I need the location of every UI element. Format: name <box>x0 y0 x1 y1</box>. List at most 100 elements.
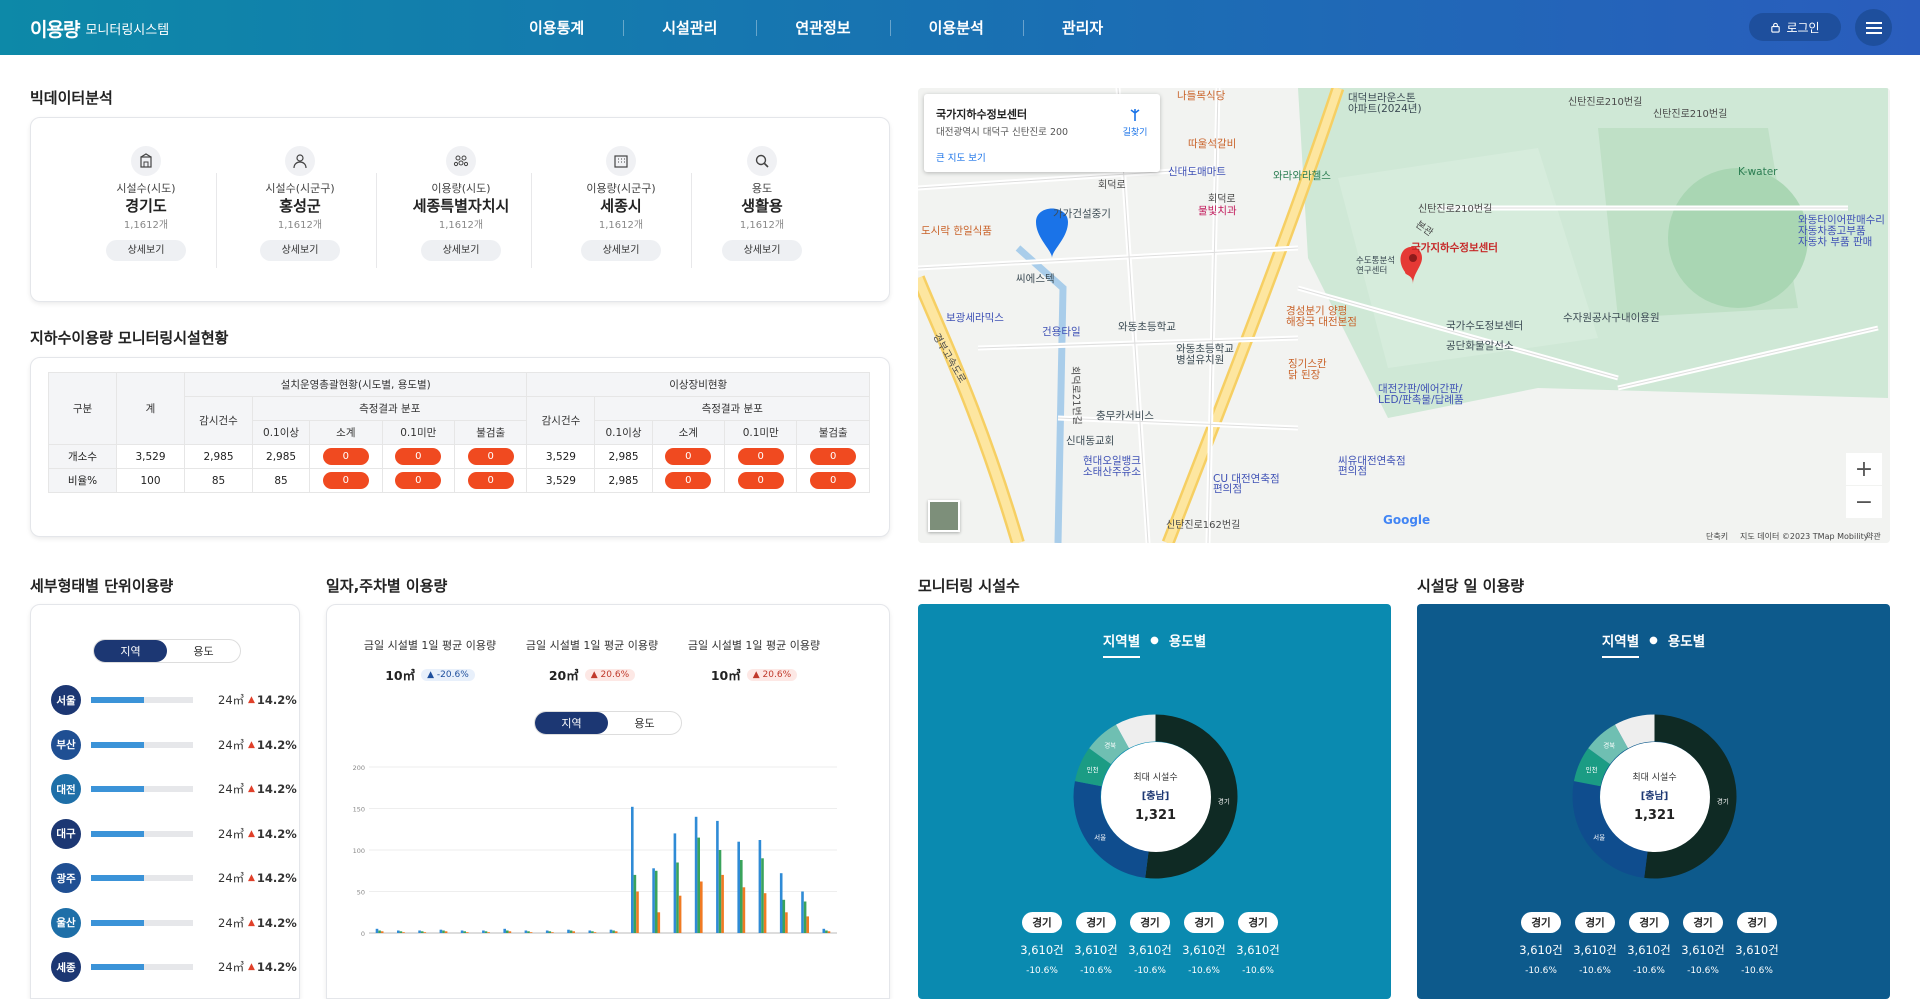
nav-item-facility-management[interactable]: 시설관리 <box>623 17 756 38</box>
bar[interactable] <box>716 820 719 933</box>
bar[interactable] <box>609 929 613 933</box>
bar[interactable] <box>487 932 490 933</box>
region-chip[interactable]: 경기 <box>1238 912 1278 933</box>
map-poi[interactable]: 건용타일 <box>1042 324 1081 339</box>
map-poi[interactable]: 도시락 한일식품 <box>921 223 992 238</box>
bar[interactable] <box>801 891 804 934</box>
nav-item-usage-analysis[interactable]: 이용분석 <box>889 17 1023 38</box>
map-poi[interactable]: K-water <box>1738 166 1778 178</box>
region-chip[interactable]: 경기 <box>1737 912 1777 933</box>
map-terms[interactable]: 약관 <box>1866 531 1881 542</box>
bar[interactable] <box>721 874 724 933</box>
bar[interactable] <box>700 881 703 934</box>
region-badge[interactable]: 대전 <box>51 774 81 804</box>
map-poi[interactable]: 따울석갈비 <box>1188 136 1236 151</box>
bar[interactable] <box>806 916 809 933</box>
toggle-purpose[interactable]: 용도 <box>167 640 240 662</box>
detail-button[interactable]: 상세보기 <box>722 240 802 261</box>
count-pill[interactable]: 0 <box>467 472 514 489</box>
bar[interactable] <box>378 930 381 934</box>
bar[interactable] <box>761 858 764 933</box>
bar[interactable] <box>484 931 488 933</box>
bar[interactable] <box>785 912 788 934</box>
nav-item-admin[interactable]: 관리자 <box>1022 17 1142 38</box>
region-chip[interactable]: 경기 <box>1575 912 1615 933</box>
bar[interactable] <box>591 931 594 933</box>
bar[interactable] <box>423 932 427 933</box>
larger-map-link[interactable]: 큰 지도 보기 <box>936 150 986 164</box>
bar[interactable] <box>779 873 783 933</box>
nav-item-related-info[interactable]: 연관정보 <box>756 17 889 38</box>
region-chip[interactable]: 경기 <box>1130 912 1170 933</box>
region-badge[interactable]: 서울 <box>51 685 81 715</box>
map-poi[interactable]: 징기스칸 닭 된장 <box>1288 359 1327 381</box>
bar[interactable] <box>482 930 485 934</box>
bar[interactable] <box>758 840 762 933</box>
bar[interactable] <box>678 895 682 933</box>
map-poi[interactable]: 와동초등학교 <box>1118 319 1176 334</box>
toggle-purpose[interactable]: 용도 <box>608 712 681 734</box>
region-chip[interactable]: 경기 <box>1022 912 1062 933</box>
region-badge[interactable]: 울산 <box>51 907 81 938</box>
detail-button[interactable]: 상세보기 <box>421 240 501 261</box>
bar[interactable] <box>631 806 634 933</box>
map-poi[interactable]: 수도통분석 연구센터 <box>1356 256 1395 276</box>
bar[interactable] <box>418 930 421 934</box>
map-poi[interactable]: 보광세라믹스 <box>946 310 1004 325</box>
bar[interactable] <box>657 912 661 934</box>
bar[interactable] <box>397 930 400 934</box>
bar[interactable] <box>551 932 554 933</box>
map-poi[interactable]: 가가건설중기 <box>1053 206 1111 221</box>
map-poi[interactable]: 씨유대전연축점 편의점 <box>1338 456 1406 477</box>
count-pill[interactable]: 0 <box>737 472 784 489</box>
bar[interactable] <box>588 930 592 934</box>
region-badge[interactable]: 세종 <box>51 952 81 982</box>
count-pill[interactable]: 0 <box>810 472 857 489</box>
region-chip[interactable]: 경기 <box>1683 912 1723 933</box>
location-map[interactable]: 국가지하수정보센터 대전광역시 대덕구 신탄진로 200 큰 지도 보기 길찾기… <box>918 88 1890 543</box>
nav-item-usage-stats[interactable]: 이용통계 <box>490 17 623 38</box>
bar[interactable] <box>676 862 679 934</box>
map-poi[interactable]: 대전간판/에어간판/ LED/판촉물/답례품 <box>1378 384 1464 406</box>
bar[interactable] <box>529 932 533 933</box>
bar[interactable] <box>375 928 379 933</box>
bar[interactable] <box>822 928 826 933</box>
map-poi[interactable]: 와라와라헬스 <box>1273 168 1331 183</box>
map-poi[interactable]: 씨에스텍 <box>1016 271 1055 286</box>
bar[interactable] <box>763 893 767 933</box>
bar[interactable] <box>572 931 575 933</box>
map-poi[interactable]: 국가수도정보센터 <box>1446 318 1523 333</box>
bar[interactable] <box>460 930 464 934</box>
bar[interactable] <box>466 932 469 933</box>
count-pill[interactable]: 0 <box>395 472 442 489</box>
region-chip[interactable]: 경기 <box>1184 912 1224 933</box>
bar[interactable] <box>633 874 637 933</box>
bar[interactable] <box>527 931 530 933</box>
bar[interactable] <box>463 931 466 933</box>
bar[interactable] <box>442 930 445 934</box>
hamburger-menu-button[interactable] <box>1855 9 1892 46</box>
tab-by-purpose[interactable]: 용도별 <box>1169 630 1206 656</box>
bar[interactable] <box>444 931 448 933</box>
region-badge[interactable]: 광주 <box>51 863 81 893</box>
bar[interactable] <box>420 931 424 933</box>
map-poi[interactable]: 신대도매마트 <box>1168 164 1226 179</box>
region-chip[interactable]: 경기 <box>1521 912 1561 933</box>
bar[interactable] <box>567 929 570 933</box>
bar[interactable] <box>380 931 384 933</box>
map-poi[interactable]: 충무카서비스 <box>1096 408 1154 423</box>
bar[interactable] <box>569 930 573 934</box>
bar[interactable] <box>827 931 831 933</box>
bar[interactable] <box>503 928 506 933</box>
bar[interactable] <box>782 899 786 933</box>
count-pill[interactable]: 0 <box>665 448 712 465</box>
count-pill[interactable]: 0 <box>737 448 784 465</box>
map-poi[interactable]: 현대오일뱅크 소태산주유소 <box>1083 456 1141 478</box>
count-pill[interactable]: 0 <box>322 472 369 489</box>
region-chip[interactable]: 경기 <box>1076 912 1116 933</box>
bar[interactable] <box>718 850 722 933</box>
tab-by-region[interactable]: 지역별 <box>1601 630 1640 658</box>
bar[interactable] <box>593 932 597 933</box>
map-poi[interactable]: 나들목식당 <box>1177 88 1225 103</box>
bar[interactable] <box>506 930 509 934</box>
